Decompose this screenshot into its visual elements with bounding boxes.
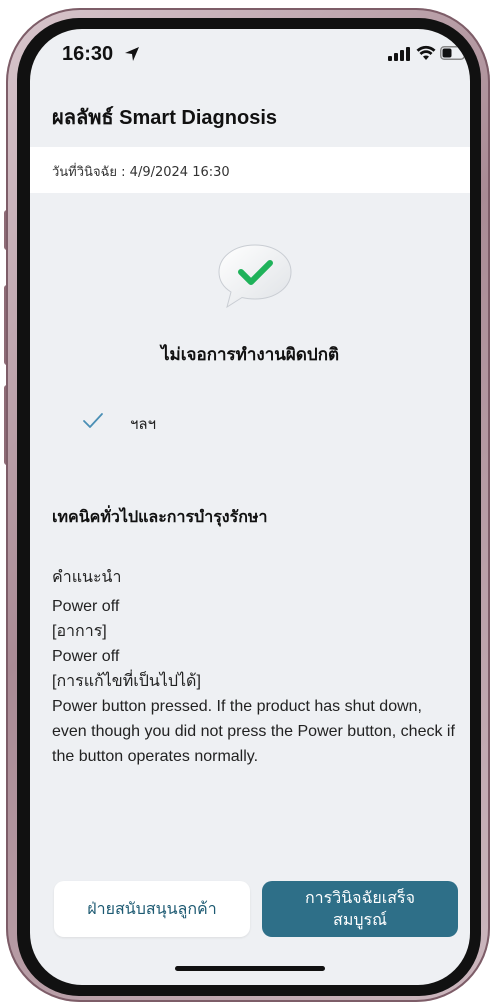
tips-heading: เทคนิคทั่วไปและการบำรุงรักษา — [52, 507, 268, 526]
location-arrow-icon — [125, 47, 139, 61]
status-time: 16:30 — [62, 43, 114, 65]
battery-icon — [440, 46, 468, 60]
advice-line: Power off — [52, 598, 120, 615]
advice-line: Power off — [52, 648, 120, 665]
advice-block: คำแนะนำ Power off [อาการ] Power off [การ… — [52, 565, 458, 769]
status-bar: 16:30 — [30, 29, 470, 89]
advice-line: Power button pressed. If the product has… — [52, 698, 455, 765]
diagnosis-complete-button[interactable]: การวินิจฉัยเสร็จสมบูรณ์ — [262, 881, 458, 937]
page-title: ผลลัพธ์ Smart Diagnosis — [52, 107, 277, 129]
diagnosis-item-label: ฯลฯ — [130, 415, 157, 433]
wifi-icon — [416, 45, 436, 60]
check-bubble-icon — [218, 244, 292, 309]
diagnosis-date-bar: วันที่วินิจฉัย : 4/9/2024 16:30 — [30, 147, 470, 193]
diagnosis-complete-label: การวินิจฉัยเสร็จสมบูรณ์ — [304, 888, 416, 929]
customer-support-button[interactable]: ฝ่ายสนับสนุนลูกค้า — [54, 881, 250, 937]
advice-line: [การแก้ไขที่เป็นไปได้] — [52, 673, 201, 690]
signal-icon — [388, 47, 410, 61]
home-indicator[interactable] — [175, 966, 325, 971]
advice-line: [อาการ] — [52, 623, 107, 640]
screen: 16:30 ผลลัพธ์ Smart Diagnosis วันที่วินิ… — [30, 29, 470, 985]
customer-support-label: ฝ่ายสนับสนุนลูกค้า — [87, 898, 217, 918]
diagnosis-result: ไม่เจอการทำงานผิดปกติ — [160, 345, 340, 365]
check-icon — [83, 413, 103, 428]
phone-device: 16:30 ผลลัพธ์ Smart Diagnosis วันที่วินิ… — [0, 0, 493, 1007]
advice-title: คำแนะนำ — [52, 569, 122, 586]
diagnosis-date: วันที่วินิจฉัย : 4/9/2024 16:30 — [52, 165, 230, 180]
